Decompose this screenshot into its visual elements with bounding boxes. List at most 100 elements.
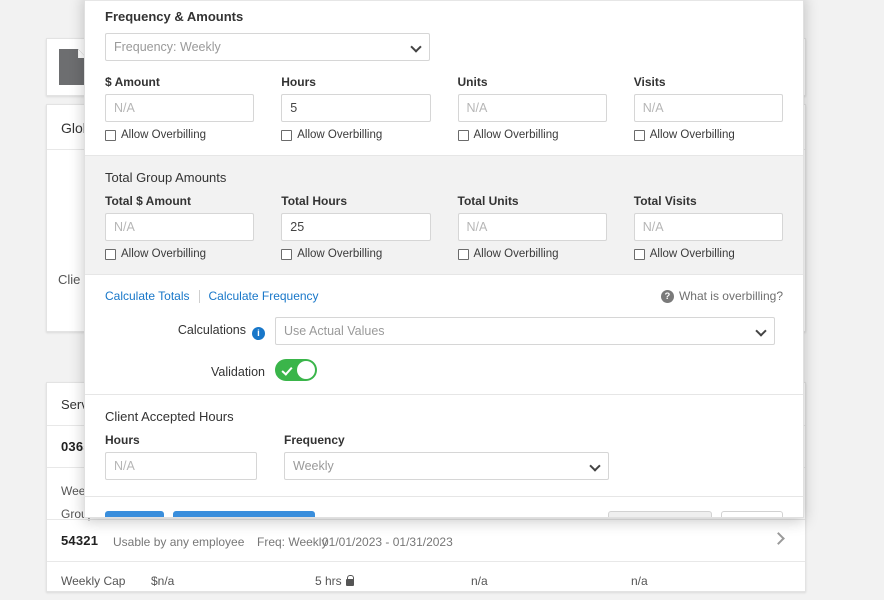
document-icon xyxy=(59,49,87,85)
client-accepted-hours-grid: Hours Frequency Weekly xyxy=(105,433,783,480)
total-units-input[interactable] xyxy=(457,213,607,241)
frequency-amounts-title: Frequency & Amounts xyxy=(105,9,244,24)
calculation-links: Calculate Totals Calculate Frequency ? W… xyxy=(105,289,783,303)
field-label: Total Units xyxy=(457,194,519,208)
table-row[interactable]: 54321 Usable by any employee Freq: Weekl… xyxy=(47,519,805,561)
allow-overbilling-checkbox[interactable] xyxy=(281,248,293,260)
allow-overbilling-label: Allow Overbilling xyxy=(297,129,383,141)
accepted-hours-input[interactable] xyxy=(105,452,257,480)
total-hours-input[interactable] xyxy=(281,213,431,241)
calculate-totals-link[interactable]: Calculate Totals xyxy=(105,289,190,303)
calculations-select-wrap: Use Actual Values xyxy=(275,317,775,345)
allow-overbilling-checkbox[interactable] xyxy=(457,129,469,141)
allow-overbilling-row[interactable]: Allow Overbilling xyxy=(457,129,607,141)
modal-footer: Save Save and Add New Delete Group Close xyxy=(85,497,803,517)
allow-overbilling-label: Allow Overbilling xyxy=(297,248,383,260)
field-total-units: Total Units Allow Overbilling xyxy=(457,194,607,260)
allow-overbilling-label: Allow Overbilling xyxy=(121,248,207,260)
chevron-right-icon[interactable] xyxy=(772,532,785,545)
toggle-knob xyxy=(297,361,315,379)
client-accepted-hours-title: Client Accepted Hours xyxy=(105,409,234,424)
field-label: Visits xyxy=(633,75,666,89)
cap-hours: 5 hrs xyxy=(315,574,342,588)
allow-overbilling-checkbox[interactable] xyxy=(457,248,469,260)
accepted-frequency-select[interactable]: Weekly xyxy=(284,452,609,480)
cap-amount: $n/a xyxy=(151,574,175,588)
lock-icon xyxy=(345,575,355,586)
calculations-section: Calculate Totals Calculate Frequency ? W… xyxy=(85,275,803,395)
accepted-frequency-select-wrap: Weekly xyxy=(284,452,609,480)
calculations-label: Calculations xyxy=(177,322,246,337)
field-accepted-hours: Hours xyxy=(105,433,257,480)
allow-overbilling-row[interactable]: Allow Overbilling xyxy=(105,248,254,260)
save-button[interactable]: Save xyxy=(105,511,165,517)
allow-overbilling-label: Allow Overbilling xyxy=(649,248,735,260)
service-row-frequency: Freq: Weekly xyxy=(257,535,328,549)
table-row: Weekly Cap $n/a 5 hrs n/a n/a xyxy=(47,561,805,593)
total-group-amounts-title: Total Group Amounts xyxy=(105,170,227,185)
calculations-row: Calculations i Use Actual Values xyxy=(105,317,783,345)
allow-overbilling-checkbox[interactable] xyxy=(281,129,293,141)
allow-overbilling-checkbox[interactable] xyxy=(105,129,116,141)
allow-overbilling-row[interactable]: Allow Overbilling xyxy=(633,248,783,260)
field-units: Units Allow Overbilling xyxy=(457,75,607,141)
field-hours: Hours Allow Overbilling xyxy=(281,75,431,141)
screen: Global Clie Servi 0365 Weekl Group 54321… xyxy=(0,0,884,600)
cap-visits: n/a xyxy=(631,574,648,588)
visits-input[interactable] xyxy=(633,94,783,122)
allow-overbilling-row[interactable]: Allow Overbilling xyxy=(633,129,783,141)
frequency-select[interactable]: Frequency: Weekly xyxy=(105,33,430,61)
service-row-id: 54321 xyxy=(61,533,99,548)
allow-overbilling-row[interactable]: Allow Overbilling xyxy=(281,248,430,260)
dollar-amount-input[interactable] xyxy=(105,94,255,122)
frequency-select-wrap: Frequency: Weekly xyxy=(105,33,430,61)
allow-overbilling-row[interactable]: Allow Overbilling xyxy=(281,129,430,141)
cap-hours-wrap: 5 hrs xyxy=(315,574,355,588)
what-is-overbilling-link[interactable]: ? What is overbilling? xyxy=(660,289,783,303)
allow-overbilling-label: Allow Overbilling xyxy=(649,129,735,141)
field-label: Hours xyxy=(105,433,140,447)
allow-overbilling-row[interactable]: Allow Overbilling xyxy=(105,129,254,141)
field-visits: Visits Allow Overbilling xyxy=(633,75,783,141)
allow-overbilling-label: Allow Overbilling xyxy=(121,129,207,141)
field-label: Total Visits xyxy=(633,194,697,208)
allow-overbilling-checkbox[interactable] xyxy=(633,248,645,260)
total-fields-grid: Total $ Amount Allow Overbilling Total H… xyxy=(105,194,783,260)
field-label: Units xyxy=(457,75,488,89)
close-button[interactable]: Close xyxy=(721,511,783,517)
calculate-frequency-link[interactable]: Calculate Frequency xyxy=(209,289,319,303)
field-accepted-frequency: Frequency Weekly xyxy=(284,433,609,480)
field-total-dollar-amount: Total $ Amount Allow Overbilling xyxy=(105,194,255,260)
save-and-add-new-button[interactable]: Save and Add New xyxy=(173,511,315,517)
field-total-hours: Total Hours Allow Overbilling xyxy=(281,194,431,260)
total-group-amounts-section: Total Group Amounts Total $ Amount Allow… xyxy=(85,155,803,275)
validation-toggle-wrap xyxy=(275,359,317,384)
hours-input[interactable] xyxy=(281,94,431,122)
field-label: Hours xyxy=(281,75,316,89)
units-input[interactable] xyxy=(457,94,607,122)
validation-toggle[interactable] xyxy=(275,359,317,381)
calculations-label-wrap: Calculations i xyxy=(105,323,275,340)
service-row-employee: Usable by any employee xyxy=(113,535,245,549)
allow-overbilling-label: Allow Overbilling xyxy=(473,248,559,260)
what-is-overbilling-label: What is overbilling? xyxy=(678,289,783,303)
allow-overbilling-checkbox[interactable] xyxy=(633,129,645,141)
field-label: Total $ Amount xyxy=(105,194,191,208)
allow-overbilling-checkbox[interactable] xyxy=(105,248,116,260)
field-dollar-amount: $ Amount Allow Overbilling xyxy=(105,75,255,141)
total-visits-input[interactable] xyxy=(633,213,783,241)
service-row-dates: 01/01/2023 - 01/31/2023 xyxy=(322,535,453,549)
calculations-select[interactable]: Use Actual Values xyxy=(275,317,775,345)
cap-units: n/a xyxy=(471,574,488,588)
field-label: Frequency xyxy=(284,433,345,447)
field-total-visits: Total Visits Allow Overbilling xyxy=(633,194,783,260)
allow-overbilling-label: Allow Overbilling xyxy=(473,129,559,141)
total-dollar-amount-input[interactable] xyxy=(105,213,255,241)
delete-group-button[interactable]: Delete Group xyxy=(607,511,713,517)
client-label: Clie xyxy=(58,272,81,287)
edit-group-modal: Frequency & Amounts Frequency: Weekly $ … xyxy=(84,0,804,518)
allow-overbilling-row[interactable]: Allow Overbilling xyxy=(457,248,607,260)
cap-name: Weekly Cap xyxy=(61,574,126,588)
question-mark-icon: ? xyxy=(660,289,674,303)
info-icon[interactable]: i xyxy=(252,326,265,340)
